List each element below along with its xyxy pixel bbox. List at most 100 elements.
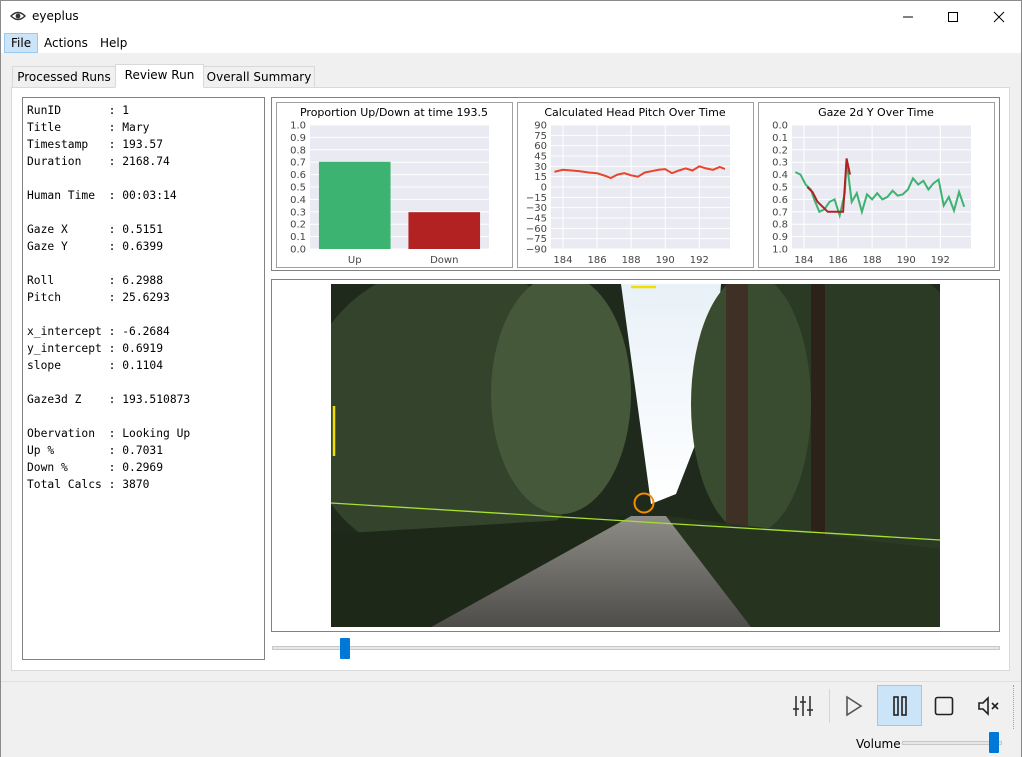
run-info-panel: RunID : 1 Title : Mary Timestamp : 193.57 D… [22,97,265,660]
y-tick-label: 0.0 [290,245,306,256]
minimize-button[interactable] [885,1,931,32]
gaze-2d-y-chart: Gaze 2d Y Over Time 1.0 0.90.8 0.70.60.5 0.4… [772,106,971,266]
y-tick-label: −45 [526,214,547,225]
x-tick-label: 188 [622,255,641,266]
y-tick-label: 0.7 [772,207,788,218]
video-frame[interactable] [331,284,940,627]
y-tick-label: 30 [534,162,547,173]
play-icon [846,695,863,716]
y-tick-label: −75 [526,234,547,245]
menu-file[interactable]: File [4,33,39,53]
info-line [27,255,190,272]
stop-button[interactable] [922,685,966,726]
x-tick-label: 192 [690,255,709,266]
y-tick-label: −30 [526,203,547,214]
y-tick-label: 1.0 [290,121,306,132]
close-icon [993,11,1005,22]
info-line: x_intercept : -6.2684 [27,325,170,338]
y-tick-label: −60 [526,224,547,235]
maximize-button[interactable] [930,1,976,32]
info-line: Roll : 6.2988 [27,274,164,287]
y-tick-label: 0.5 [772,183,788,194]
info-line: Up % : 0.7031 [27,444,164,457]
run-info-text: RunID : 1 Title : Mary Timestamp : 193.57 D… [27,102,190,493]
volume-slider-track[interactable] [902,741,1002,745]
y-tick-label: 0.8 [290,145,306,156]
info-line: slope : 0.1104 [27,359,164,372]
info-line: Total Calcs : 3870 [27,478,150,491]
x-tick-label: 192 [931,255,950,266]
y-tick-label: 1.0 [772,245,788,256]
info-line: Down % : 0.2969 [27,461,164,474]
info-line [27,170,190,187]
info-line: Gaze Y : 0.6399 [27,240,164,253]
y-tick-label: 0.1 [290,232,306,243]
y-tick-label: 0.3 [772,158,788,169]
volume-slider-handle[interactable] [989,732,999,753]
pause-button[interactable] [877,685,922,726]
y-tick-label: 0.2 [772,145,788,156]
menu-help[interactable]: Help [94,33,133,53]
y-tick-label: 0.4 [772,170,788,181]
y-tick-label: 0.1 [772,133,788,144]
tab-review-run[interactable]: Review Run [115,64,204,88]
chart-gaze-y-box: Gaze 2d Y Over Time 1.0 0.9 0.8 0.7 0.6 0.5 0.4… [758,102,995,268]
x-tick-label: 184 [794,255,813,266]
x-tick-label: Down [430,255,458,266]
info-line [27,204,190,221]
control-separator [829,689,830,723]
app-window: eyeplus File Actions Help Processed Runs… [0,0,1022,757]
x-tick-label: 190 [656,255,675,266]
chart-title: Gaze 2d Y Over Time [818,106,934,119]
info-line: Timestamp : 193.57 [27,138,164,151]
chart-title: Proportion Up/Down at time 193.5 [300,106,488,119]
x-tick-label: 186 [828,255,847,266]
y-tick-label: 0.6 [772,195,788,206]
y-tick-label: 90 [534,121,547,132]
chart-proportion-box: Proportion Up/Down at time 193.5 0.0 0.1 0.… [276,102,513,268]
y-tick-label: 0 [541,183,547,194]
info-line [27,374,190,391]
info-line: Gaze3d Z : 193.510873 [27,393,191,406]
y-tick-label: 0.7 [290,158,306,169]
info-line: y_intercept : 0.6919 [27,342,164,355]
timeline-slider-handle[interactable] [339,638,350,659]
stop-icon [934,696,954,715]
y-tick-label: 0.6 [290,170,306,181]
close-button[interactable] [976,1,1022,32]
proportion-up-down-chart: Proportion Up/Down at time 193.5 0.0 0.1 0.… [290,106,489,266]
tab-processed-runs[interactable]: Processed Runs [12,66,116,88]
x-tick-label: 188 [863,255,882,266]
info-line: Title : Mary [27,121,150,134]
x-tick-label: Up [348,255,362,266]
y-tick-label: 75 [534,131,547,142]
y-tick-label: 0.5 [290,183,306,194]
x-tick-label: 190 [897,255,916,266]
resize-grip[interactable] [1013,685,1015,729]
window-title: eyeplus [32,9,79,23]
y-tick-label: 15 [534,172,547,183]
mute-icon [978,695,999,716]
y-tick-label: 0.3 [290,207,306,218]
settings-button[interactable] [781,685,825,726]
menu-actions[interactable]: Actions [38,33,94,53]
menu-bar: File Actions Help [1,32,1021,53]
info-line: Human Time : 00:03:14 [27,189,177,202]
eye-icon [10,11,26,21]
settings-sliders-icon [793,695,813,716]
play-button[interactable] [831,685,875,726]
timeline-slider-track[interactable] [272,646,1000,650]
tab-overall-summary[interactable]: Overall Summary [203,66,315,88]
y-tick-label: −90 [526,245,547,256]
info-line: Duration : 2168.74 [27,155,170,168]
x-tick-label: 184 [553,255,572,266]
volume-label: Volume [856,737,901,751]
bar-up [318,161,391,249]
mute-button[interactable] [967,685,1011,726]
y-tick-label: 45 [534,152,547,163]
right-mid-trees [691,284,811,534]
info-line [27,408,190,425]
head-pitch-chart: Calculated Head Pitch Over Time −90−75−60… [526,106,730,266]
chart-title: Calculated Head Pitch Over Time [544,106,725,119]
bar-down [408,212,481,249]
